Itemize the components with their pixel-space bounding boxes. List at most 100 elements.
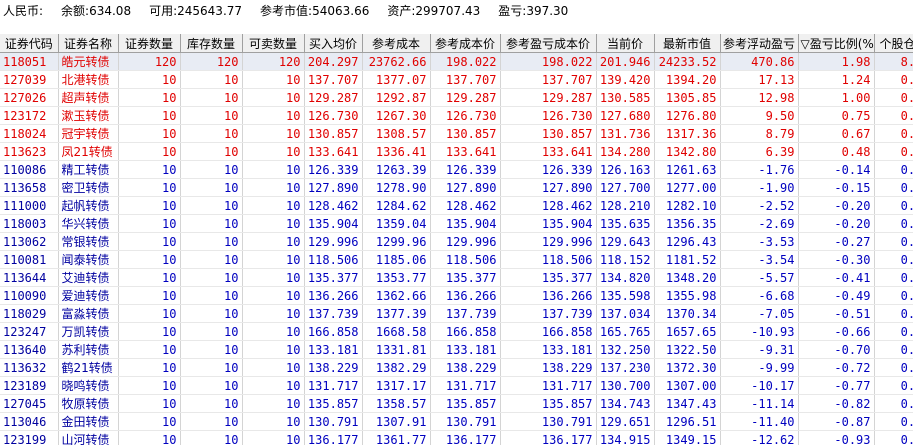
- table-cell: 1359.04: [362, 214, 431, 233]
- table-cell: 1342.80: [654, 142, 721, 161]
- table-cell: 123189: [0, 376, 59, 395]
- table-cell: 166.858: [430, 322, 501, 341]
- table-cell: 爱迪转债: [58, 286, 119, 305]
- table-cell: 0.4%: [874, 232, 913, 251]
- table-cell: 1.24: [798, 70, 875, 89]
- table-row[interactable]: 127026 超声转债 10 10 10 129.287 1292.87 129.287 129…: [0, 88, 913, 107]
- column-header[interactable]: 证券名称: [58, 34, 119, 53]
- table-cell: 10: [180, 430, 243, 445]
- column-header[interactable]: 买入均价: [304, 34, 363, 53]
- positions-grid[interactable]: 证券代码 证券名称 证券数量 库存数量 可卖数量 买入均价 参考成本 参考成本价 参考盈亏成本价…: [0, 34, 913, 445]
- table-cell: 10: [242, 88, 305, 107]
- table-cell: 113632: [0, 358, 59, 377]
- table-cell: 10: [118, 250, 181, 269]
- table-cell: 120: [180, 52, 243, 71]
- table-cell: 123172: [0, 106, 59, 125]
- column-header[interactable]: 个股仓位: [874, 34, 913, 53]
- column-header[interactable]: 可卖数量: [242, 34, 305, 53]
- table-cell: 123247: [0, 322, 59, 341]
- table-cell: 113046: [0, 412, 59, 431]
- table-cell: 138.229: [500, 358, 597, 377]
- table-cell: 128.462: [500, 196, 597, 215]
- column-header[interactable]: 最新市值: [654, 34, 721, 53]
- table-cell: 123199: [0, 430, 59, 445]
- table-cell: 10: [242, 286, 305, 305]
- table-cell: 204.297: [304, 52, 363, 71]
- table-row[interactable]: 118029 富淼转债 10 10 10 137.739 1377.39 137.739 137…: [0, 304, 913, 323]
- table-cell: 0.5%: [874, 304, 913, 323]
- table-cell: 8.1%: [874, 52, 913, 71]
- table-cell: 133.641: [304, 142, 363, 161]
- table-cell: 0.4%: [874, 196, 913, 215]
- table-cell: 126.730: [304, 106, 363, 125]
- column-header[interactable]: 证券数量: [118, 34, 181, 53]
- table-cell: -0.87: [798, 412, 875, 431]
- column-header[interactable]: ▽盈亏比例(%): [798, 34, 875, 53]
- table-cell: 127.890: [430, 178, 501, 197]
- table-cell: 10: [118, 430, 181, 445]
- table-cell: 1377.07: [362, 70, 431, 89]
- table-cell: -0.70: [798, 340, 875, 359]
- table-row[interactable]: 113632 鹤21转债 10 10 10 138.229 1382.29 138.229 13…: [0, 358, 913, 377]
- column-header[interactable]: 库存数量: [180, 34, 243, 53]
- table-cell: -0.66: [798, 322, 875, 341]
- table-cell: 10: [180, 394, 243, 413]
- table-row[interactable]: 113640 苏利转债 10 10 10 133.181 1331.81 133.181 133…: [0, 340, 913, 359]
- table-row[interactable]: 113046 金田转债 10 10 10 130.791 1307.91 130.791 130…: [0, 412, 913, 431]
- table-cell: 133.641: [430, 142, 501, 161]
- table-cell: 10: [242, 160, 305, 179]
- balance-value: 余额:634.08: [61, 4, 132, 18]
- table-row[interactable]: 118024 冠宇转债 10 10 10 130.857 1308.57 130.857 130…: [0, 124, 913, 143]
- table-cell: 126.339: [430, 160, 501, 179]
- table-cell: 1299.96: [362, 232, 431, 251]
- table-cell: 137.739: [430, 304, 501, 323]
- table-row[interactable]: 118003 华兴转债 10 10 10 135.904 1359.04 135.904 135…: [0, 214, 913, 233]
- account-summary-bar: 人民币: 余额:634.08 可用:245643.77 参考市值:54063.66 资产…: [0, 0, 913, 23]
- table-cell: -0.15: [798, 178, 875, 197]
- table-cell: 130.857: [430, 124, 501, 143]
- table-cell: 10: [242, 196, 305, 215]
- table-row[interactable]: 113644 艾迪转债 10 10 10 135.377 1353.77 135.377 135…: [0, 268, 913, 287]
- table-row[interactable]: 113623 凤21转债 10 10 10 133.641 1336.41 133.641 13…: [0, 142, 913, 161]
- table-cell: 127039: [0, 70, 59, 89]
- column-header[interactable]: 当前价: [596, 34, 655, 53]
- table-row[interactable]: 127045 牧原转债 10 10 10 135.857 1358.57 135.857 135…: [0, 394, 913, 413]
- table-cell: 0.5%: [874, 214, 913, 233]
- table-cell: 0.48: [798, 142, 875, 161]
- table-cell: 127.700: [596, 178, 655, 197]
- table-cell: 130.791: [304, 412, 363, 431]
- table-row[interactable]: 113062 常银转债 10 10 10 129.996 1299.96 129.996 129…: [0, 232, 913, 251]
- table-cell: 126.339: [304, 160, 363, 179]
- table-cell: 1.00: [798, 88, 875, 107]
- table-row[interactable]: 123247 万凯转债 10 10 10 166.858 1668.58 166.858 166…: [0, 322, 913, 341]
- column-header[interactable]: 参考盈亏成本价: [500, 34, 597, 53]
- table-row[interactable]: 123189 晓鸣转债 10 10 10 131.717 1317.17 131.717 131…: [0, 376, 913, 395]
- table-row[interactable]: 110081 闻泰转债 10 10 10 118.506 1185.06 118.506 118…: [0, 250, 913, 269]
- column-header[interactable]: 参考成本价: [430, 34, 501, 53]
- currency-label: 人民币:: [3, 4, 44, 18]
- table-cell: 10: [180, 196, 243, 215]
- column-header[interactable]: 参考成本: [362, 34, 431, 53]
- table-cell: 0.5%: [874, 286, 913, 305]
- table-row[interactable]: 118051 皓元转债 120 120 120 204.297 23762.66 198.02…: [0, 52, 913, 71]
- table-row[interactable]: 110090 爱迪转债 10 10 10 136.266 1362.66 136.266 136…: [0, 286, 913, 305]
- table-cell: 10: [180, 376, 243, 395]
- table-cell: 10: [242, 358, 305, 377]
- column-header[interactable]: 证券代码: [0, 34, 59, 53]
- table-cell: 富淼转债: [58, 304, 119, 323]
- table-row[interactable]: 113658 密卫转债 10 10 10 127.890 1278.90 127.890 127…: [0, 178, 913, 197]
- table-row[interactable]: 123172 漱玉转债 10 10 10 126.730 1267.30 126.730 126…: [0, 106, 913, 125]
- table-cell: 1377.39: [362, 304, 431, 323]
- table-row[interactable]: 111000 起帆转债 10 10 10 128.462 1284.62 128.462 128…: [0, 196, 913, 215]
- table-cell: 113658: [0, 178, 59, 197]
- table-cell: 10: [242, 412, 305, 431]
- table-cell: -3.54: [720, 250, 799, 269]
- table-row[interactable]: 110086 精工转债 10 10 10 126.339 1263.39 126.339 126…: [0, 160, 913, 179]
- table-row[interactable]: 127039 北港转债 10 10 10 137.707 1377.07 137.707 137…: [0, 70, 913, 89]
- table-cell: -7.05: [720, 304, 799, 323]
- table-cell: 6.39: [720, 142, 799, 161]
- table-cell: 1657.65: [654, 322, 721, 341]
- column-header[interactable]: 参考浮动盈亏: [720, 34, 799, 53]
- table-cell: 118051: [0, 52, 59, 71]
- table-row[interactable]: 123199 山河转债 10 10 10 136.177 1361.77 136.177 136…: [0, 430, 913, 445]
